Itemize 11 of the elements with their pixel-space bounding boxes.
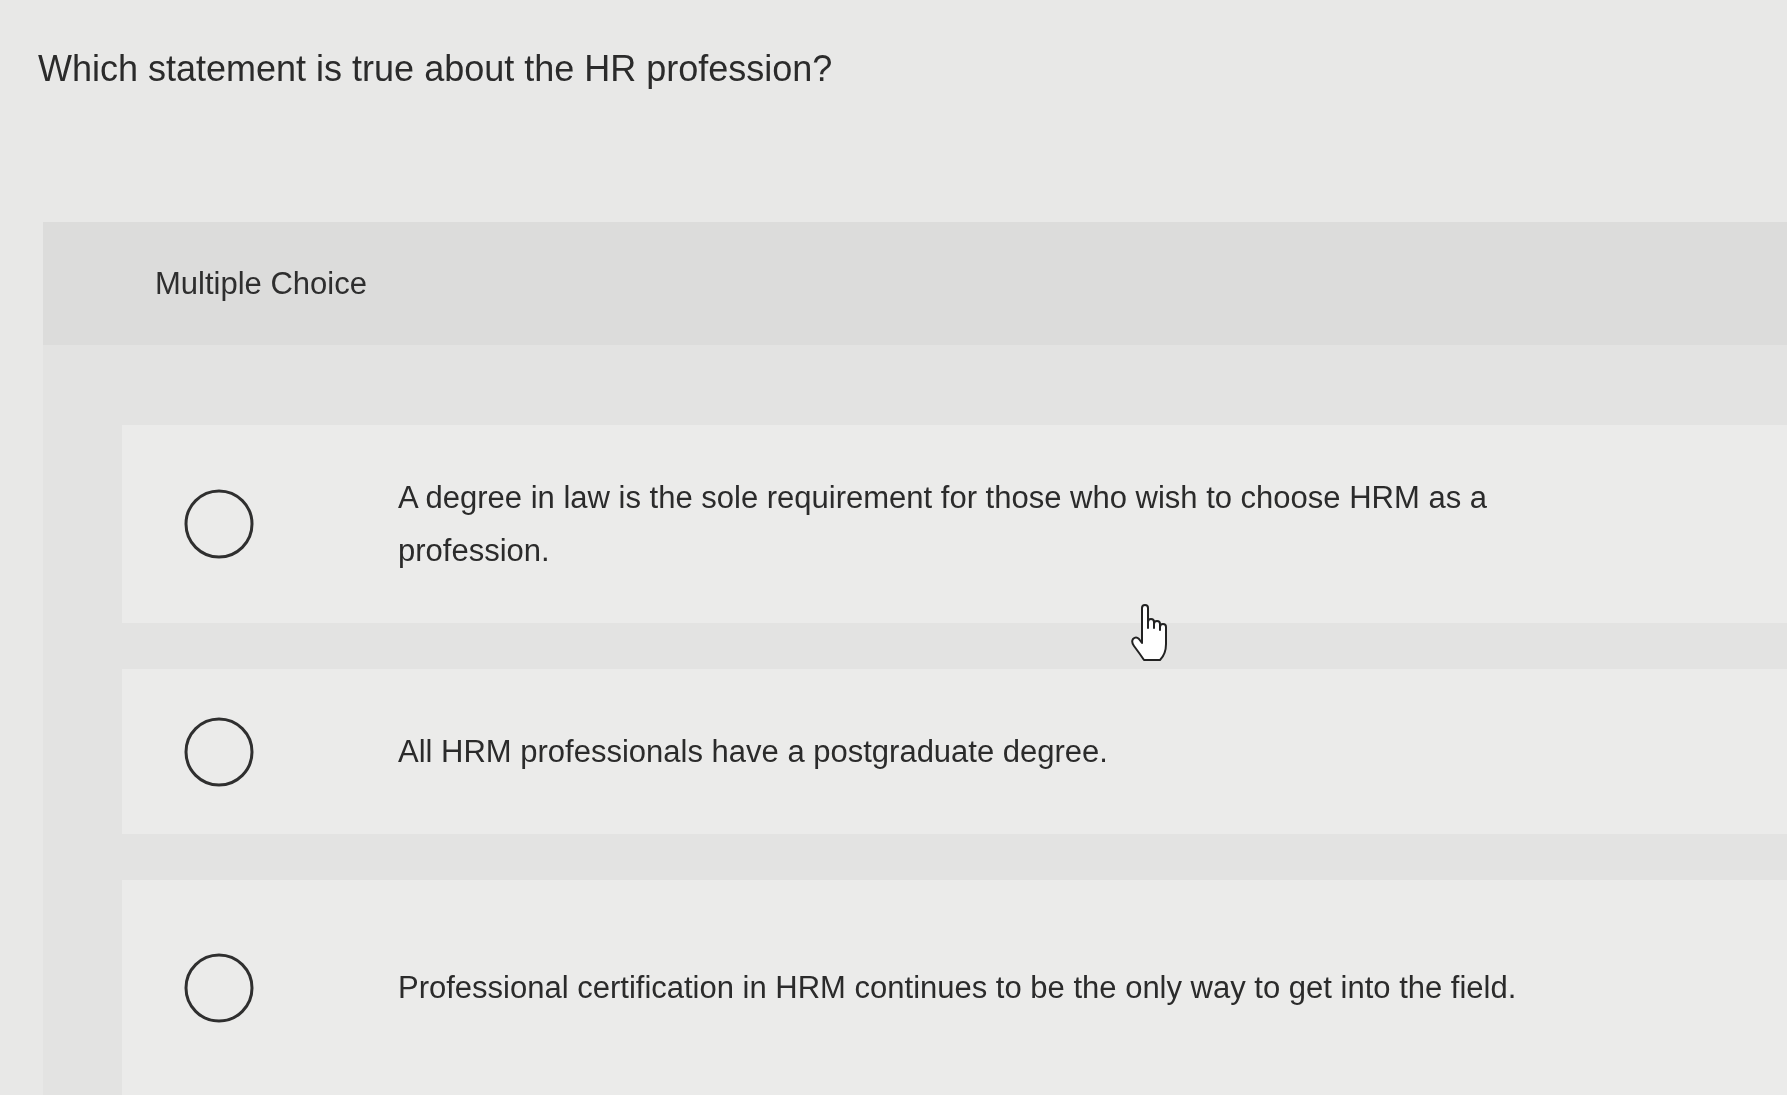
option-text: A degree in law is the sole requirement for those who wish to choose HRM as a profession. [398,479,1488,570]
option-text: Professional certification in HRM continues to be the only way to get into the field. [398,969,1517,1007]
question-text: Which statement is true about the HR profession? [37,47,833,91]
answer-option[interactable]: A degree in law is the sole requirement for those who wish to choose HRM as a profession. [122,425,1787,623]
option-text: All HRM professionals have a postgraduate degree. [398,733,1108,771]
radio-button[interactable] [184,952,254,1023]
answer-option[interactable]: All HRM professionals have a postgraduate degree. [122,669,1787,834]
answer-option[interactable]: Professional certification in HRM continues to be the only way to get into the field. [122,880,1787,1095]
radio-button[interactable] [184,489,254,559]
radio-button[interactable] [184,716,254,787]
question-type-label: Multiple Choice [155,265,367,302]
